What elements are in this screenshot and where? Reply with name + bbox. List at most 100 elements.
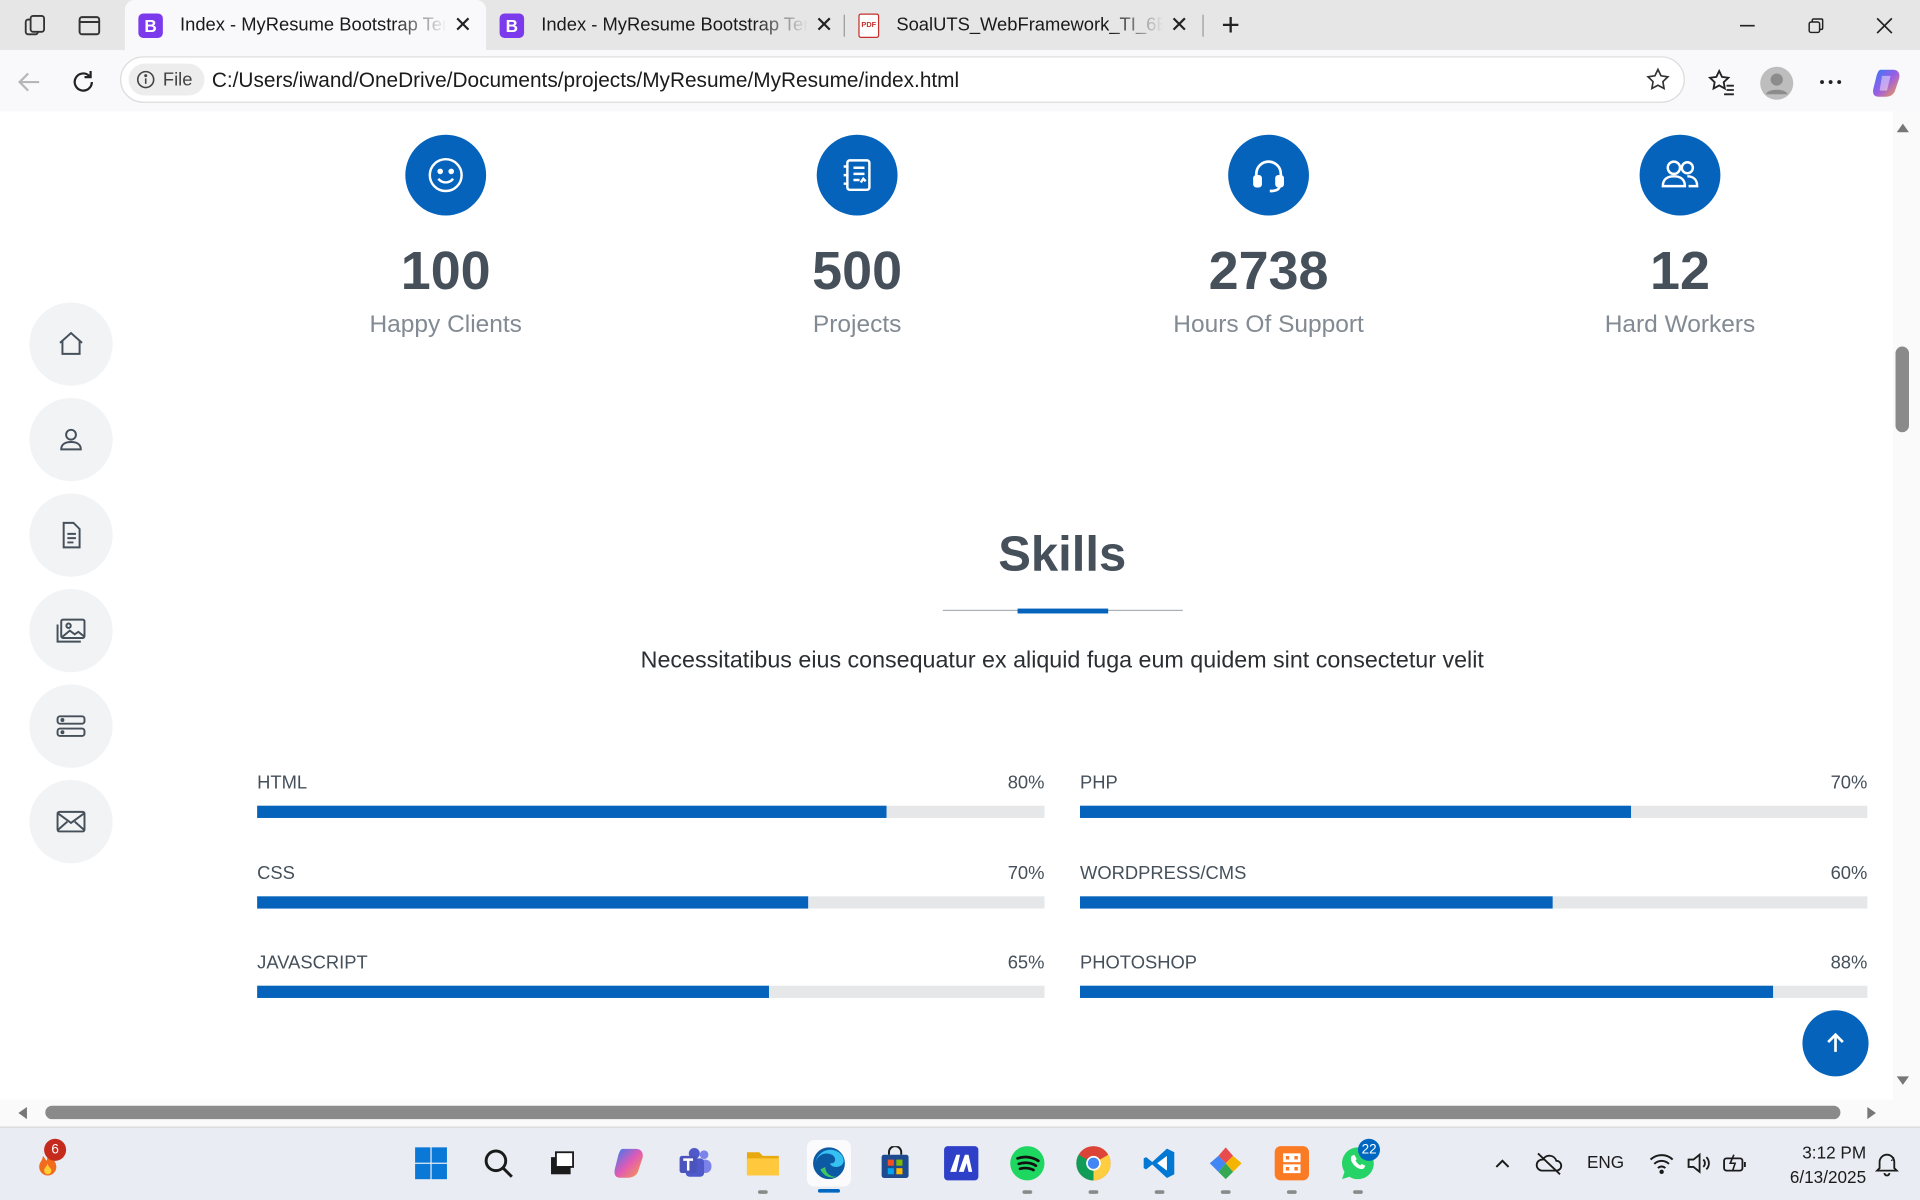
xampp-icon <box>1274 1146 1309 1181</box>
running-indicator <box>1353 1190 1363 1194</box>
skill-item: JAVASCRIPT 65% <box>257 952 1045 998</box>
tab-1[interactable]: B Index - MyResume Bootstrap Tem ✕ <box>486 0 844 50</box>
wifi-button[interactable] <box>1641 1142 1683 1184</box>
close-tab-icon[interactable]: ✕ <box>452 12 474 38</box>
nav-services-button[interactable] <box>29 684 113 768</box>
home-icon <box>59 331 83 355</box>
edge-button[interactable] <box>806 1140 852 1193</box>
vscode-button[interactable] <box>1139 1142 1181 1194</box>
battery-button[interactable] <box>1714 1142 1756 1184</box>
vertical-scrollbar[interactable] <box>1893 111 1920 1100</box>
nav-about-button[interactable] <box>29 397 113 482</box>
clock-date: 6/13/2025 <box>1789 1166 1867 1187</box>
stat-label: Happy Clients <box>369 311 522 338</box>
store-button[interactable] <box>874 1142 916 1184</box>
close-tab-icon[interactable]: ✕ <box>1168 12 1190 38</box>
horizontal-scrollbar[interactable] <box>0 1099 1920 1127</box>
back-to-top-button[interactable] <box>1802 1010 1869 1077</box>
skill-percent: 88% <box>1830 952 1868 974</box>
editor-app-icon <box>944 1146 979 1181</box>
chrome-button[interactable] <box>1073 1142 1115 1194</box>
scroll-up-arrow-icon[interactable] <box>1896 121 1911 133</box>
stat-label: Hard Workers <box>1604 311 1756 338</box>
profile-avatar-icon[interactable] <box>1760 66 1794 100</box>
site-info-button[interactable]: File <box>128 63 205 96</box>
minimize-button[interactable] <box>1733 12 1762 39</box>
clock-time: 3:12 PM <box>1802 1142 1867 1163</box>
windows-logo-icon <box>415 1147 447 1180</box>
address-bar-row: File C:/Users/iwand/OneDrive/Documents/p… <box>0 50 1920 112</box>
tab-divider <box>1202 14 1204 37</box>
xampp-button[interactable] <box>1271 1142 1313 1194</box>
copilot-app-button[interactable] <box>609 1142 651 1184</box>
close-tab-icon[interactable]: ✕ <box>813 12 835 38</box>
envelope-icon <box>56 810 86 833</box>
git-app-button[interactable] <box>1205 1142 1247 1194</box>
running-indicator <box>1220 1190 1231 1194</box>
horizontal-scroll-thumb[interactable] <box>45 1105 1841 1120</box>
favorites-icon[interactable] <box>1706 66 1738 98</box>
vscode-icon <box>1143 1148 1175 1178</box>
clock[interactable]: 3:12 PM 6/13/2025 <box>1763 1140 1866 1189</box>
new-tab-button[interactable]: + <box>1213 6 1247 43</box>
notification-badge: 22 <box>1357 1138 1381 1161</box>
nav-home-button[interactable] <box>29 302 113 386</box>
tab-bar: B Index - MyResume Bootstrap Tem ✕ B Ind… <box>0 0 1920 51</box>
start-button[interactable] <box>410 1142 452 1184</box>
restore-button[interactable] <box>1801 12 1830 39</box>
spotify-icon <box>1010 1146 1045 1181</box>
close-window-button[interactable] <box>1870 12 1899 39</box>
copilot-app-icon <box>614 1148 643 1178</box>
skill-name: JAVASCRIPT <box>257 952 368 974</box>
edge-icon <box>813 1147 845 1180</box>
title-divider-accent <box>1017 608 1109 614</box>
stat-hours-support: 2738 Hours Of Support <box>1116 111 1422 339</box>
journal-icon <box>816 134 898 216</box>
back-arrow-icon[interactable] <box>15 67 44 96</box>
stat-happy-clients: 100 Happy Clients <box>293 111 599 339</box>
file-explorer-button[interactable] <box>742 1142 784 1194</box>
skill-progress-fill <box>257 985 769 998</box>
stat-value: 12 <box>1650 241 1710 302</box>
copilot-icon[interactable] <box>1870 66 1902 98</box>
skill-progress-fill <box>257 896 809 909</box>
favorite-star-icon[interactable] <box>1644 66 1671 93</box>
git-app-icon <box>1209 1147 1242 1180</box>
notifications-button[interactable]: z <box>1866 1142 1908 1184</box>
weather-widget[interactable]: 6 <box>27 1138 69 1184</box>
tab-2[interactable]: PDF SoalUTS_WebFramework_TI_6B (1 ✕ <box>845 0 1200 50</box>
teams-button[interactable] <box>675 1142 717 1184</box>
onedrive-button[interactable] <box>1528 1142 1570 1184</box>
whatsapp-button[interactable]: 22 <box>1337 1138 1381 1194</box>
task-view-button[interactable] <box>541 1142 583 1184</box>
spotify-button[interactable] <box>1007 1142 1049 1194</box>
running-indicator <box>1154 1190 1165 1194</box>
running-indicator <box>1022 1190 1033 1194</box>
skill-progress-track <box>1080 896 1868 909</box>
editor-app-button[interactable] <box>940 1142 982 1184</box>
refresh-icon[interactable] <box>69 67 98 96</box>
skill-name: PHOTOSHOP <box>1080 952 1198 974</box>
bootstrap-favicon-icon: B <box>499 12 525 38</box>
notification-badge: 6 <box>44 1138 67 1161</box>
tab-0[interactable]: B Index - MyResume Bootstrap Tem ✕ <box>124 0 487 51</box>
scroll-down-arrow-icon[interactable] <box>1896 1075 1911 1087</box>
address-bar[interactable]: File C:/Users/iwand/OneDrive/Documents/p… <box>120 56 1685 103</box>
scroll-right-arrow-icon[interactable] <box>1866 1106 1878 1121</box>
url-text[interactable]: C:/Users/iwand/OneDrive/Documents/projec… <box>212 69 959 93</box>
vertical-tabs-icon[interactable] <box>73 10 105 42</box>
show-hidden-icons-button[interactable] <box>1482 1142 1524 1184</box>
search-button[interactable] <box>478 1142 520 1184</box>
language-indicator[interactable]: ENG <box>1587 1152 1624 1172</box>
more-options-icon[interactable] <box>1815 66 1847 98</box>
pdf-favicon-icon: PDF <box>858 12 880 38</box>
bootstrap-favicon-icon: B <box>138 12 163 38</box>
scroll-left-arrow-icon[interactable] <box>16 1106 28 1121</box>
volume-button[interactable] <box>1678 1142 1720 1184</box>
workspaces-icon[interactable] <box>20 10 52 42</box>
skill-item: PHP 70% <box>1080 773 1868 818</box>
tab-title: SoalUTS_WebFramework_TI_6B (1 <box>896 14 1164 36</box>
vertical-scroll-thumb[interactable] <box>1895 346 1909 433</box>
nav-contact-button[interactable] <box>29 780 113 864</box>
skill-progress-track <box>1080 805 1868 818</box>
